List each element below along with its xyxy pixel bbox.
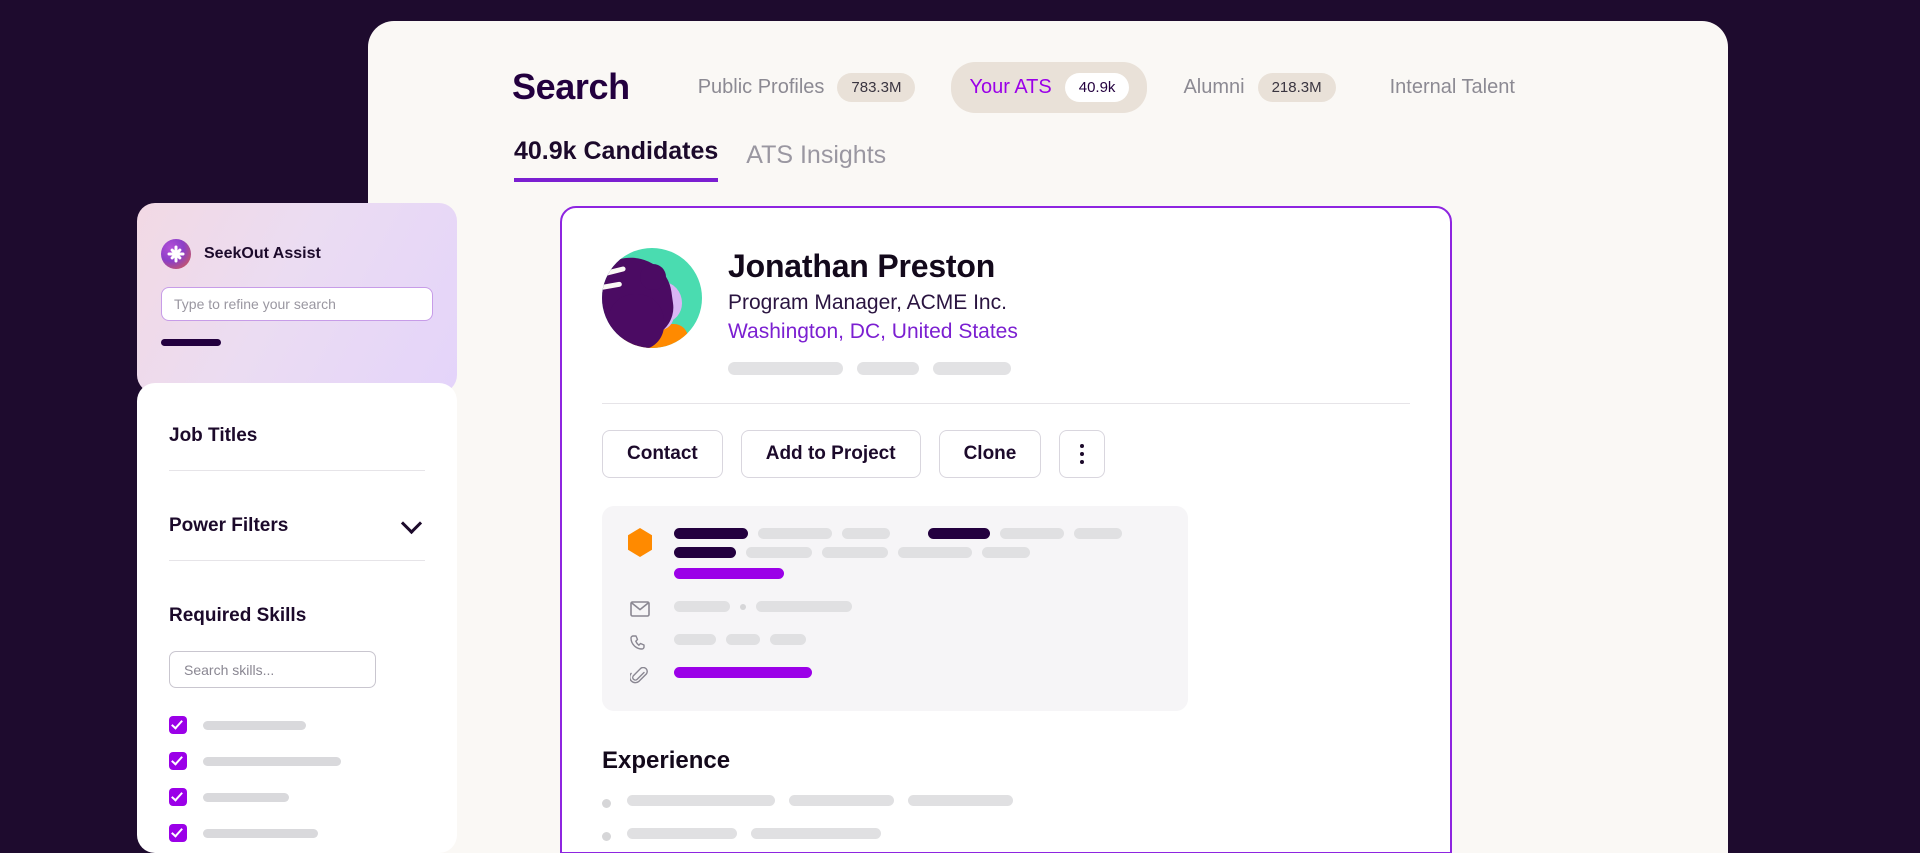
skill-checkbox-item[interactable]	[169, 788, 425, 806]
detail-row-company	[628, 528, 1160, 587]
skills-search-input[interactable]: Search skills...	[169, 651, 376, 688]
result-tabs: 40.9k Candidates ATS Insights	[514, 137, 886, 182]
section-divider	[602, 403, 1410, 404]
screen-root: Search Public Profiles 783.3M Your ATS 4…	[0, 0, 1920, 853]
contact-button[interactable]: Contact	[602, 430, 723, 478]
scope-label: Public Profiles	[697, 75, 825, 98]
seekout-assist-panel: SeekOut Assist Type to refine your searc…	[137, 203, 457, 393]
filter-job-titles[interactable]: Job Titles	[169, 425, 425, 447]
paperclip-icon	[630, 667, 652, 685]
detail-row-email	[630, 601, 1160, 620]
checkbox-checked-icon[interactable]	[169, 824, 187, 842]
assist-refine-input[interactable]: Type to refine your search	[161, 287, 433, 321]
page-title: Search	[512, 66, 630, 107]
skill-checkbox-item[interactable]	[169, 716, 425, 734]
candidate-location[interactable]: Washington, DC, United States	[728, 320, 1018, 344]
assist-input-placeholder: Type to refine your search	[174, 296, 336, 312]
tab-candidates[interactable]: 40.9k Candidates	[514, 137, 719, 182]
scope-count-badge: 218.3M	[1257, 72, 1336, 102]
scope-count-badge: 783.3M	[837, 72, 916, 102]
assist-title: SeekOut Assist	[204, 245, 321, 262]
filter-required-skills[interactable]: Required Skills	[169, 605, 425, 627]
candidate-profile-card: Jonathan Preston Program Manager, ACME I…	[560, 206, 1452, 853]
chevron-down-icon[interactable]	[400, 512, 423, 534]
add-to-project-button[interactable]: Add to Project	[740, 430, 921, 478]
candidate-meta-placeholders	[728, 362, 1018, 375]
experience-item	[602, 828, 1410, 841]
skills-input-placeholder: Search skills...	[184, 661, 275, 678]
avatar	[602, 248, 702, 348]
checkbox-checked-icon[interactable]	[169, 752, 187, 770]
skill-label-placeholder	[203, 792, 289, 802]
scope-tab-your-ats[interactable]: Your ATS 40.9k	[951, 61, 1148, 113]
scope-tab-public-profiles[interactable]: Public Profiles 783.3M	[680, 62, 934, 113]
filters-panel: Job Titles Power Filters Required Skills…	[137, 383, 457, 853]
hexagon-icon	[628, 528, 652, 557]
candidate-name: Jonathan Preston	[728, 248, 996, 284]
checkbox-checked-icon[interactable]	[169, 716, 187, 734]
experience-item	[602, 795, 1410, 808]
filter-power-filters[interactable]: Power Filters	[169, 512, 425, 537]
skill-label-placeholder	[203, 756, 341, 766]
candidate-detail-panel	[602, 506, 1188, 711]
scope-tab-alumni[interactable]: Alumni 218.3M	[1165, 62, 1353, 113]
skill-checkbox-item[interactable]	[169, 752, 425, 770]
search-header: Search Public Profiles 783.3M Your ATS 4…	[512, 59, 1533, 115]
kebab-menu-icon[interactable]	[1059, 430, 1106, 478]
scope-tab-internal-talent[interactable]: Internal Talent	[1372, 65, 1533, 110]
skill-label-placeholder	[203, 828, 318, 838]
assist-placeholder-bar	[161, 339, 221, 346]
scope-label: Alumni	[1183, 75, 1245, 98]
candidate-role: Program Manager, ACME Inc.	[728, 291, 1007, 314]
app-window: Search Public Profiles 783.3M Your ATS 4…	[368, 21, 1728, 853]
scope-label: Your ATS	[969, 75, 1052, 98]
detail-row-attachment	[630, 667, 1160, 685]
profile-action-bar: Contact Add to Project Clone	[602, 430, 1410, 478]
scope-count-badge: 40.9k	[1064, 72, 1130, 102]
scope-label: Internal Talent	[1389, 75, 1515, 98]
clone-button[interactable]: Clone	[938, 430, 1042, 478]
skill-checkbox-item[interactable]	[169, 824, 425, 842]
phone-icon	[630, 634, 652, 652]
skill-label-placeholder	[203, 720, 306, 730]
checkbox-checked-icon[interactable]	[169, 788, 187, 806]
tab-ats-insights[interactable]: ATS Insights	[746, 141, 886, 182]
filter-power-filters-label: Power Filters	[169, 515, 289, 536]
spark-icon	[161, 239, 191, 269]
detail-row-phone	[630, 634, 1160, 653]
envelope-icon	[630, 601, 652, 617]
experience-heading: Experience	[602, 747, 731, 774]
